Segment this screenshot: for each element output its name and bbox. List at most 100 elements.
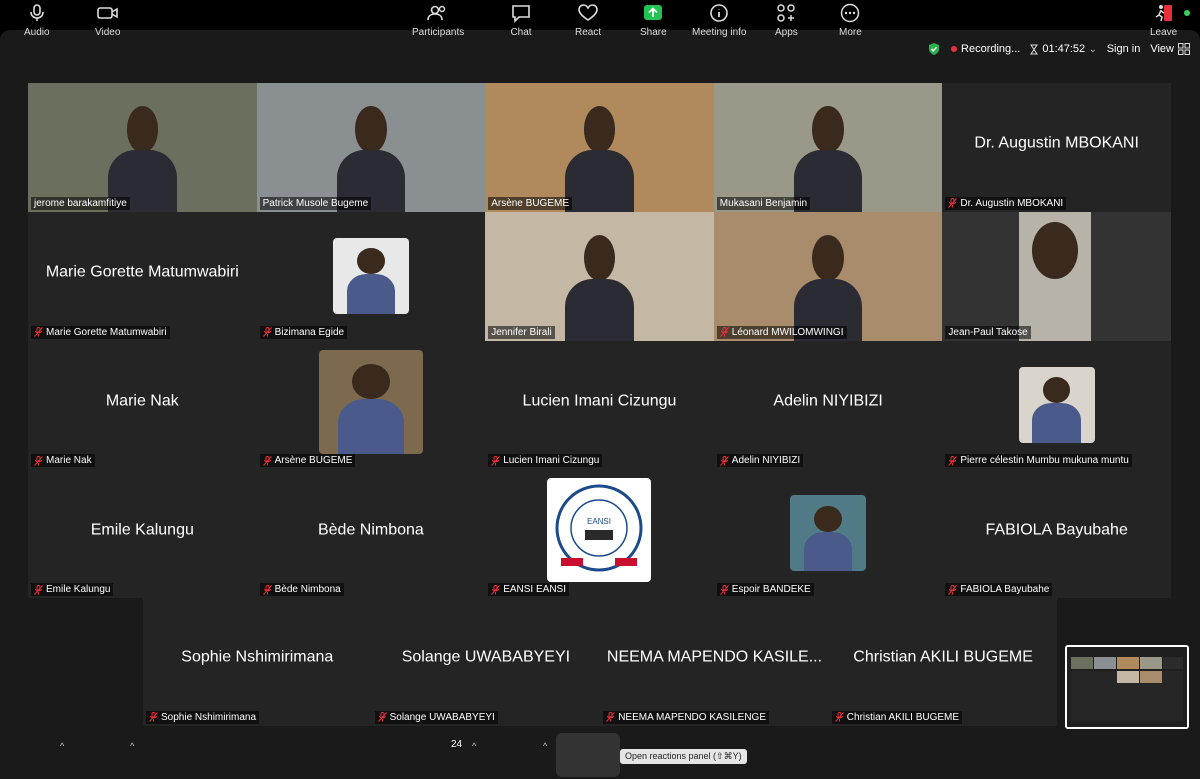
audio-options-caret-icon[interactable]: ^ (60, 741, 64, 751)
more-label: More (839, 27, 862, 38)
participant-name-label: Espoir BANDEKE (716, 583, 814, 596)
participant-tile[interactable]: Léonard MWILOMWINGI (713, 211, 943, 341)
participant-tile[interactable]: Emile Kalungu Emile Kalungu (28, 469, 257, 598)
grid-view-icon (1178, 43, 1190, 55)
participant-tile[interactable]: Bizimana Egide (256, 211, 486, 341)
participant-name: Léonard MWILOMWINGI (731, 326, 844, 338)
participant-tile[interactable]: Espoir BANDEKE (713, 469, 943, 598)
apps-icon (777, 4, 796, 22)
participant-name: Arsène BUGEME (491, 197, 569, 209)
participants-button[interactable]: Participants (412, 3, 464, 38)
participant-tile[interactable]: Arsène BUGEME (485, 83, 714, 212)
participant-name: Mukasani Benjamin (719, 197, 808, 209)
participant-name-display: Emile Kalungu (90, 521, 194, 539)
participant-tile[interactable]: Sophie Nshimirimana Sophie Nshimirimana (143, 597, 372, 726)
share-screen-icon (644, 5, 663, 20)
participant-tile[interactable]: jerome barakamfitiye (28, 83, 257, 212)
reactions-tooltip: Open reactions panel (⇧⌘Y) (620, 749, 747, 764)
share-button[interactable]: Share (640, 3, 667, 38)
leave-button[interactable]: Leave (1150, 3, 1177, 38)
sign-in-button[interactable]: Sign in (1107, 43, 1141, 55)
gallery-thumbnail[interactable] (1065, 645, 1189, 729)
view-label: View (1150, 43, 1174, 55)
participant-name-label: Bizimana Egide (259, 325, 348, 339)
participant-tile[interactable]: FABIOLA Bayubahe FABIOLA Bayubahe (942, 469, 1171, 598)
video-options-caret-icon[interactable]: ^ (130, 741, 134, 751)
participant-name-label: Sophie Nshimirimana (146, 710, 260, 724)
participant-tile[interactable]: Jennifer Birali (485, 211, 714, 341)
timer-value: 01:47:52 (1042, 43, 1086, 55)
mic-muted-icon (491, 455, 501, 466)
participant-name: Marie Gorette Matumwabiri (46, 326, 167, 338)
leave-label: Leave (1150, 27, 1178, 38)
participant-tile[interactable]: Lucien Imani Cizungu Lucien Imani Cizungu (485, 340, 714, 470)
participant-name: Adelin NIYIBIZI (731, 455, 801, 467)
video-label: Video (95, 27, 121, 38)
react-button[interactable]: React (575, 3, 601, 38)
participant-name-label: Mukasani Benjamin (716, 196, 811, 210)
participant-tile[interactable]: Jean-Paul Takose (942, 211, 1171, 341)
participant-tile[interactable]: Marie Gorette Matumwabiri Marie Gorette M… (28, 211, 257, 341)
meeting-timer[interactable]: 01:47:52 ⌄ (1030, 43, 1097, 55)
profile-photo (1018, 366, 1095, 443)
chat-caret-icon[interactable]: ^ (543, 741, 547, 751)
participant-name: EANSI EANSI (503, 584, 566, 595)
participant-tile[interactable]: Arsène BUGEME (256, 340, 486, 470)
mic-muted-icon (719, 584, 729, 595)
participant-name: Dr. Augustin MBOKANI (960, 197, 1064, 209)
recording-indicator[interactable]: Recording... (951, 43, 1020, 55)
participant-name-label: EANSI EANSI (488, 583, 569, 596)
participant-tile[interactable]: Bède Nimbona Bède Nimbona (256, 469, 486, 598)
react-label: React (575, 27, 602, 38)
participant-name-label: Patrick Musole Bugeme (259, 196, 372, 210)
participant-tile[interactable]: Christian AKILI BUGEME Christian AKILI BU… (828, 597, 1058, 726)
participant-name-label: Léonard MWILOMWINGI (716, 325, 847, 339)
participant-video (485, 83, 714, 212)
participant-name: Christian AKILI BUGEME (846, 711, 960, 723)
participant-name-display: FABIOLA Bayubahe (985, 521, 1128, 539)
meeting-topbar: Recording... 01:47:52 ⌄ Sign in View (927, 38, 1190, 60)
participant-video (713, 211, 943, 341)
participant-name-label: Adelin NIYIBIZI (716, 454, 804, 468)
shield-icon[interactable] (927, 42, 941, 56)
participant-tile[interactable]: Patrick Musole Bugeme (256, 83, 486, 212)
mic-muted-icon (948, 455, 958, 466)
participant-tile[interactable]: NEEMA MAPENDO KASILE... NEEMA MAPENDO KAS… (600, 597, 829, 726)
participant-name: Espoir BANDEKE (731, 584, 811, 595)
participants-caret-icon[interactable]: ^ (472, 741, 476, 751)
participant-name-label: jerome barakamfitiye (31, 196, 130, 210)
participant-name-label: Solange UWABABYEYI (374, 710, 498, 724)
more-button[interactable]: More (839, 3, 862, 38)
participant-grid: jerome barakamfitiye Patrick Musole Bugem… (28, 83, 1171, 598)
meeting-info-button[interactable]: Meeting info (692, 3, 746, 38)
chat-button[interactable]: Chat (510, 3, 532, 38)
participant-tile[interactable]: Solange UWABABYEYI Solange UWABABYEYI (371, 597, 601, 726)
mic-muted-icon (948, 584, 958, 595)
record-dot-icon (951, 46, 958, 52)
video-button[interactable]: Video (95, 3, 120, 38)
mic-muted-icon (377, 712, 387, 723)
participant-name: Bizimana Egide (274, 326, 345, 338)
mic-muted-icon (491, 584, 501, 595)
participant-name: Arsène BUGEME (274, 455, 353, 467)
chevron-down-icon: ⌄ (1089, 43, 1097, 54)
participant-name-label: Arsène BUGEME (488, 196, 572, 210)
participant-tile[interactable]: Mukasani Benjamin (713, 83, 943, 212)
participant-name: Solange UWABABYEYI (389, 711, 495, 723)
participant-tile[interactable]: Pierre célestin Mumbu mukuna muntu (942, 340, 1171, 470)
participant-name: Lucien Imani Cizungu (503, 455, 600, 467)
participant-name-display: NEEMA MAPENDO KASILE... (606, 648, 823, 666)
heart-icon (578, 4, 598, 21)
participant-tile[interactable]: Adelin NIYIBIZI Adelin NIYIBIZI (713, 340, 943, 470)
apps-button[interactable]: Apps (775, 3, 798, 38)
audio-button[interactable]: Audio (24, 3, 50, 38)
more-icon (841, 3, 860, 23)
participant-tile[interactable]: Dr. Augustin MBOKANI Dr. Augustin MBOKANI (942, 83, 1171, 212)
participant-tile[interactable]: EANSI EANSI EANSI (485, 469, 714, 598)
participant-tile[interactable]: Marie Nak Marie Nak (28, 340, 257, 470)
participant-name: jerome barakamfitiye (34, 197, 127, 209)
mic-muted-icon (149, 712, 158, 723)
participant-name: Patrick Musole Bugeme (262, 197, 369, 209)
view-button[interactable]: View (1150, 43, 1190, 55)
participant-name-label: NEEMA MAPENDO KASILENGE (603, 710, 770, 724)
